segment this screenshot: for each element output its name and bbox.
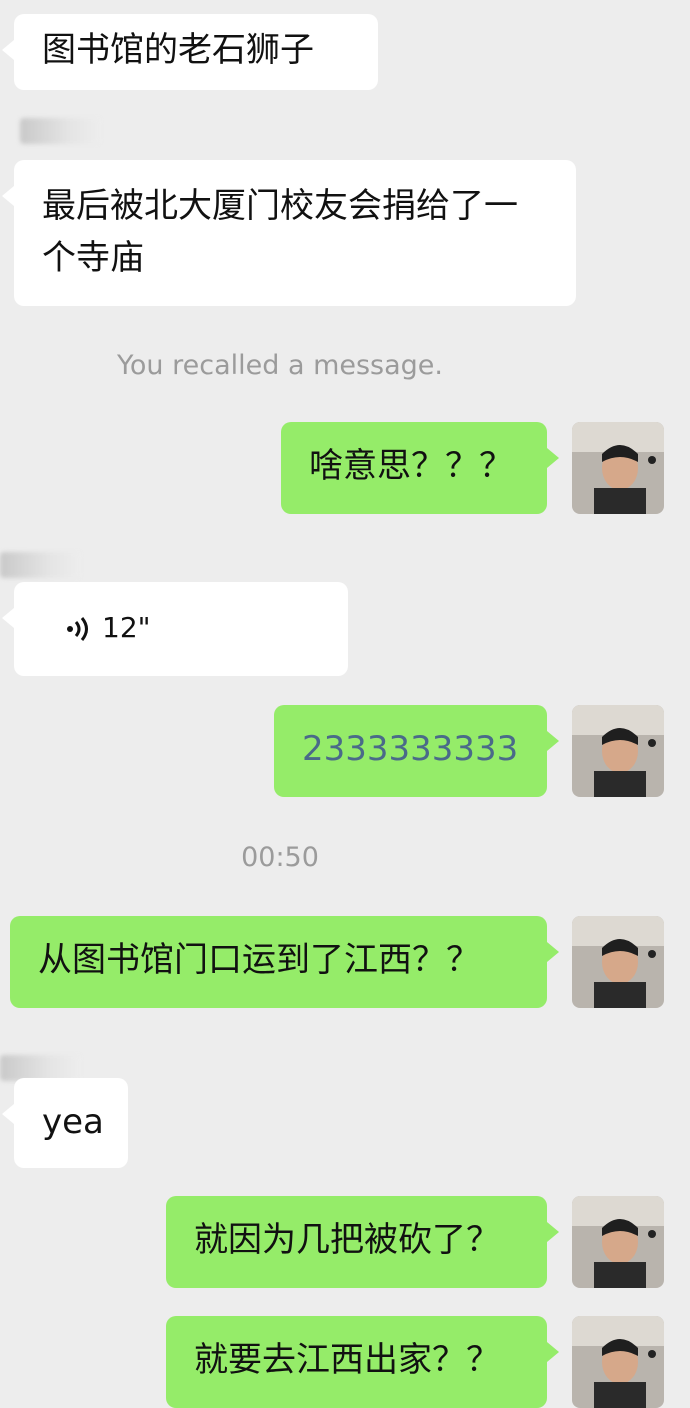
message-text: 就因为几把被砍了？ (194, 1220, 500, 1260)
user-avatar[interactable] (572, 705, 664, 797)
message-text: 图书馆的老石狮子 (42, 30, 314, 70)
recalled-notice: You recalled a message. (116, 350, 444, 381)
outgoing-message[interactable]: 2333333333 (274, 705, 559, 797)
voice-duration: 12" (102, 611, 151, 644)
incoming-message[interactable]: yea (2, 1078, 128, 1168)
sender-name (20, 118, 100, 144)
message-text: 最后被北大厦门校友会捐给了一个寺庙 (42, 186, 518, 278)
outgoing-message[interactable]: 就要去江西出家？？ (166, 1316, 559, 1408)
timestamp: 00:50 (241, 842, 319, 873)
voice-wave-icon (67, 617, 88, 641)
sender-name (0, 552, 80, 578)
voice-message[interactable]: 12" (2, 582, 348, 676)
avatar-image (572, 1196, 664, 1288)
user-avatar[interactable] (572, 916, 664, 1008)
outgoing-message[interactable]: 就因为几把被砍了？ (166, 1196, 559, 1288)
message-text: 2333333333 (302, 729, 519, 769)
avatar-image (572, 1316, 664, 1408)
message-text: 就要去江西出家？？ (194, 1340, 500, 1380)
avatar-image (572, 705, 664, 797)
message-text: 从图书馆门口运到了江西？？ (38, 940, 480, 980)
avatar-image (572, 916, 664, 1008)
message-text: 啥意思？？？ (309, 446, 513, 486)
outgoing-message[interactable]: 啥意思？？？ (281, 422, 559, 514)
outgoing-message[interactable]: 从图书馆门口运到了江西？？ (10, 916, 559, 1008)
user-avatar[interactable] (572, 1196, 664, 1288)
user-avatar[interactable] (572, 1316, 664, 1408)
user-avatar[interactable] (572, 422, 664, 514)
incoming-message[interactable]: 图书馆的老石狮子 (2, 14, 378, 90)
message-text: yea (42, 1102, 104, 1142)
avatar-image (572, 422, 664, 514)
incoming-message[interactable]: 最后被北大厦门校友会捐给了一个寺庙 (2, 160, 576, 306)
